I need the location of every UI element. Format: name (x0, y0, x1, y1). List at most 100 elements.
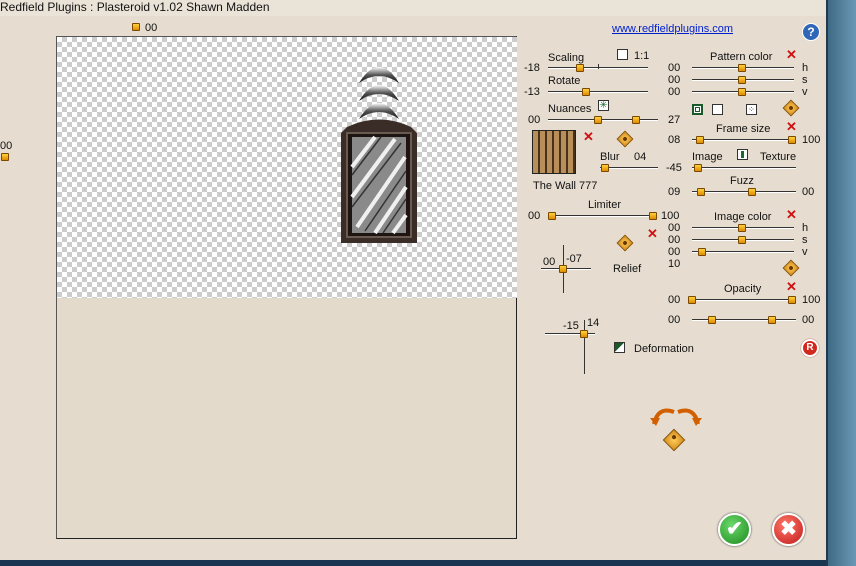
relief-clear-icon[interactable]: ✕ (647, 227, 658, 240)
image-texture-slider-track[interactable] (692, 167, 796, 169)
opacity-range-knob-right[interactable] (768, 316, 776, 324)
frame-size-clear-icon[interactable]: ✕ (786, 120, 797, 133)
pattern-color-h-knob[interactable] (738, 64, 746, 72)
blur-value: 04 (634, 151, 647, 163)
opacity-label: Opacity (724, 283, 762, 295)
image-label: Image (692, 151, 723, 163)
blur-slider-knob[interactable] (601, 164, 609, 172)
top-offset-slider-knob[interactable] (132, 23, 140, 31)
pattern-color-s-value: 00 (668, 74, 681, 86)
image-color-v-knob[interactable] (698, 248, 706, 256)
nuances-sparkle-icon[interactable]: ✳ (598, 100, 609, 111)
reset-button[interactable]: R (801, 339, 819, 357)
texture-thumbnail[interactable] (532, 130, 576, 174)
pattern-color-v-knob[interactable] (738, 88, 746, 96)
image-color-label: Image color (714, 211, 772, 223)
relief-random-dice-icon[interactable] (616, 234, 634, 252)
opacity-slider-track[interactable] (692, 299, 796, 301)
blend-mode-option-3[interactable]: ⁘ (746, 104, 757, 115)
scaling-label: Scaling (548, 52, 585, 64)
image-color-h-label: h (802, 222, 809, 234)
blend-mode-option-1[interactable] (692, 104, 703, 115)
opacity-clear-icon[interactable]: ✕ (786, 280, 797, 293)
blur-label: Blur (600, 151, 620, 163)
scaling-center-tick (598, 64, 599, 69)
blend-mode-option-2[interactable] (712, 104, 723, 115)
image-color-v-track[interactable] (692, 251, 794, 253)
random-all-arrows-icon[interactable] (648, 404, 704, 428)
deformation-checkbox[interactable] (614, 342, 625, 353)
fuzz-label: Fuzz (730, 175, 754, 187)
image-color-clear-icon[interactable]: ✕ (786, 208, 797, 221)
title-bar: Redfield Plugins : Plasteroid v1.02 Shaw… (0, 0, 826, 16)
nuances-slider-knob-left[interactable] (594, 116, 602, 124)
pattern-color-s-knob[interactable] (738, 76, 746, 84)
nuances-label: Nuances (548, 103, 592, 115)
relief-x-value: 00 (543, 256, 556, 268)
limiter-slider-knob-left[interactable] (548, 212, 556, 220)
cancel-button[interactable]: ✖ (772, 513, 805, 546)
nuances-min-value: 00 (528, 114, 541, 126)
relief-pad-knob[interactable] (559, 265, 567, 273)
pattern-random-dice-icon[interactable] (782, 99, 800, 117)
opacity-knob-right[interactable] (788, 296, 796, 304)
nuances-slider-knob-right[interactable] (632, 116, 640, 124)
scaling-slider-knob[interactable] (576, 64, 584, 72)
texture-label: Texture (760, 151, 797, 163)
nuances-slider-track[interactable] (548, 119, 658, 121)
image-color-s-label: s (802, 234, 808, 246)
deformation-pad-knob[interactable] (580, 330, 588, 338)
checkmark-icon: ✔ (726, 518, 743, 540)
image-color-s-knob[interactable] (738, 236, 746, 244)
left-offset-slider-knob[interactable] (1, 153, 9, 161)
frame-size-label: Frame size (716, 123, 771, 135)
plugin-window: Redfield Plugins : Plasteroid v1.02 Shaw… (0, 0, 826, 560)
rotate-value: -13 (524, 86, 540, 98)
help-button[interactable]: ? (802, 23, 820, 41)
pattern-color-h-label: h (802, 62, 809, 74)
scaling-value: -18 (524, 62, 540, 74)
ok-button[interactable]: ✔ (718, 513, 751, 546)
redfield-website-link[interactable]: www.redfieldplugins.com (612, 23, 733, 35)
fuzz-slider-track[interactable] (692, 191, 796, 193)
random-all-dice-icon[interactable] (662, 428, 686, 452)
close-icon: ✖ (780, 518, 797, 540)
limiter-max-value: 100 (661, 210, 680, 222)
image-texture-slider-knob[interactable] (694, 164, 702, 172)
window-title: Redfield Plugins : Plasteroid v1.02 Shaw… (0, 0, 270, 14)
fuzz-knob-left[interactable] (697, 188, 705, 196)
pattern-color-label: Pattern color (710, 51, 773, 63)
fuzz-max-value: 00 (802, 186, 815, 198)
image-color-s-value: 00 (668, 234, 681, 246)
opacity-range-knob-left[interactable] (708, 316, 716, 324)
transparent-checkerboard (57, 37, 517, 298)
rotate-slider-track[interactable] (548, 91, 648, 93)
opacity-min-value: 00 (668, 294, 681, 306)
texture-clear-icon[interactable]: ✕ (583, 130, 594, 143)
opacity-knob-left[interactable] (688, 296, 696, 304)
pattern-color-s-label: s (802, 74, 808, 86)
limiter-slider-knob-right[interactable] (649, 212, 657, 220)
image-color-random-dice-icon[interactable] (782, 259, 800, 277)
deformation-pad-vertical[interactable] (584, 320, 585, 374)
image-color-extra-value: 10 (668, 258, 681, 270)
rotate-slider-knob[interactable] (582, 88, 590, 96)
image-texture-value: -45 (666, 162, 682, 174)
frame-size-knob-right[interactable] (788, 136, 796, 144)
texture-random-dice-icon[interactable] (616, 130, 634, 148)
pattern-color-clear-icon[interactable]: ✕ (786, 48, 797, 61)
preview-image (341, 67, 417, 243)
limiter-slider-track[interactable] (548, 215, 656, 217)
deformation-x-value: -15 (563, 320, 579, 332)
image-color-h-knob[interactable] (738, 224, 746, 232)
pattern-color-v-value: 00 (668, 86, 681, 98)
frame-size-min-value: 08 (668, 134, 681, 146)
relief-y-value: -07 (566, 253, 582, 265)
frame-size-knob-left[interactable] (696, 136, 704, 144)
image-texture-toggle[interactable] (737, 149, 748, 160)
frame-size-slider-track[interactable] (692, 139, 796, 141)
pattern-color-v-label: v (802, 86, 808, 98)
opacity-high-value: 00 (802, 314, 815, 326)
ratio-1-1-checkbox[interactable] (617, 49, 628, 60)
fuzz-knob-right[interactable] (748, 188, 756, 196)
